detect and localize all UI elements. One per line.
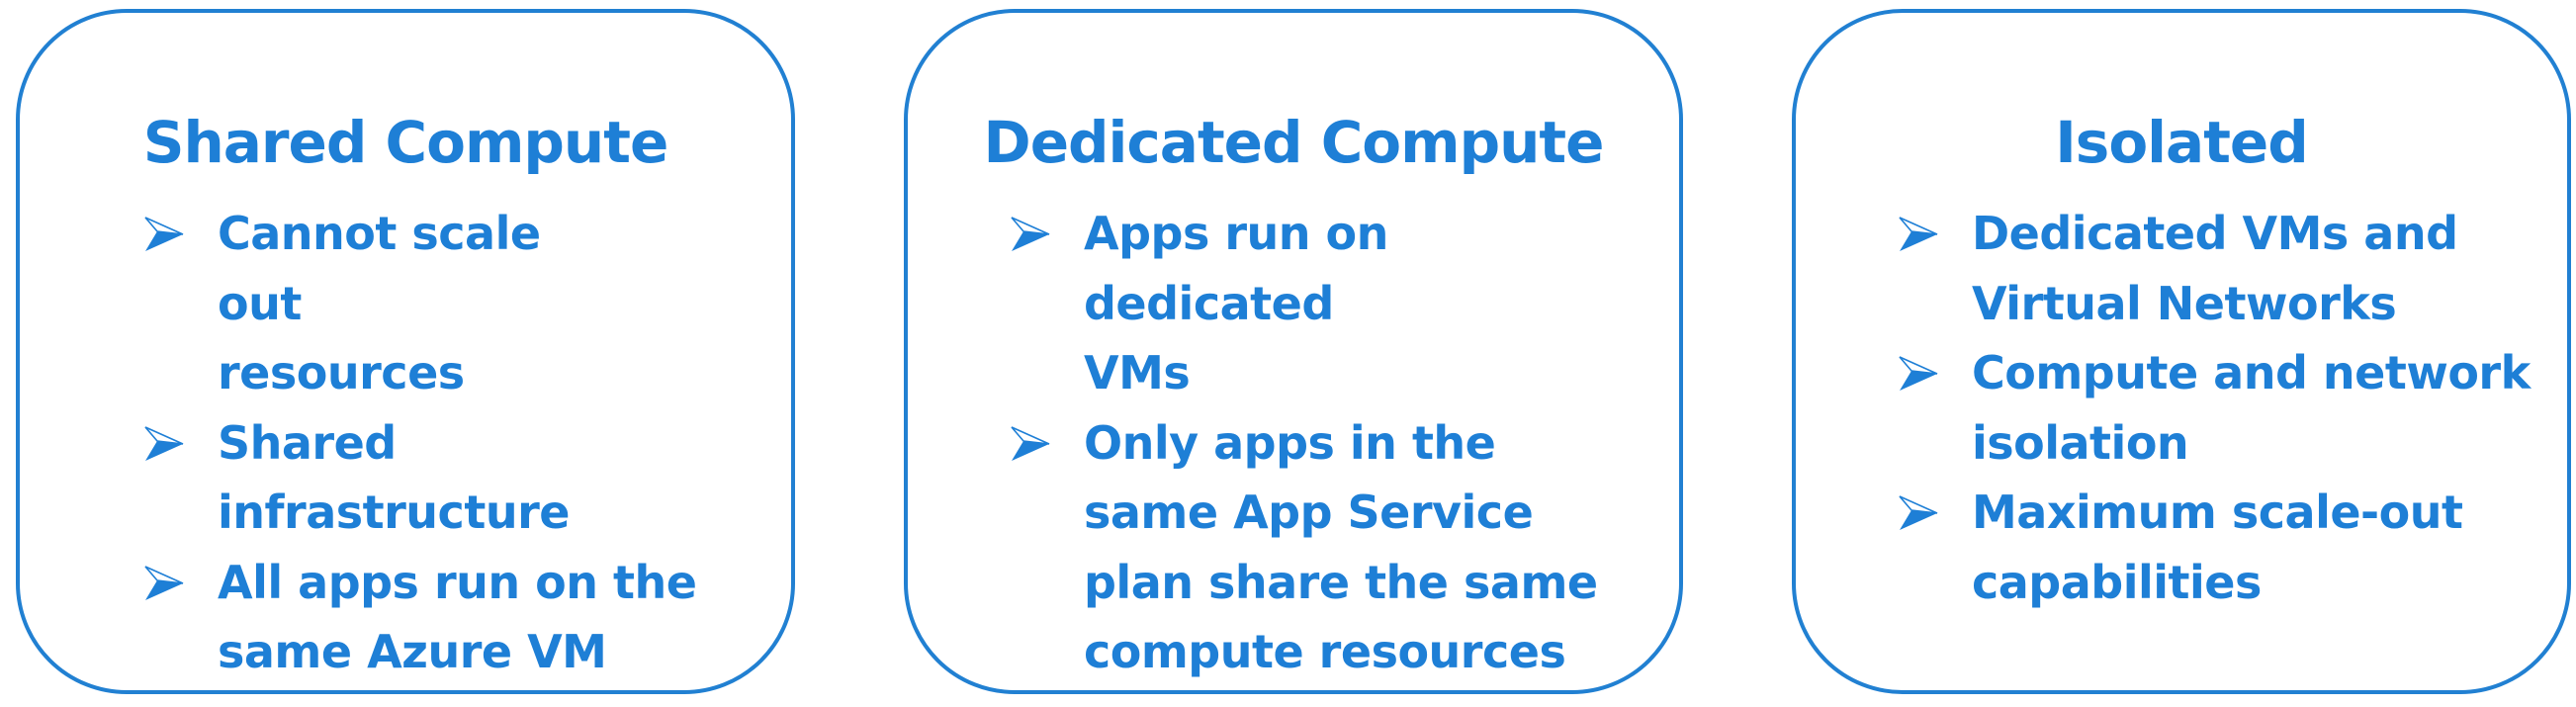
card-title: Shared Compute [142,109,669,176]
bullet-item: Only apps in the same App Service plan s… [1011,408,1598,687]
card-shared-compute: Shared Compute Cannot scale out resource… [16,9,795,694]
bullet-text: Dedicated VMs and Virtual Networks [1972,207,2458,330]
bullet-item: Cannot scale out resources [144,199,544,408]
bullet-text: Compute and network isolation [1972,346,2531,470]
arrowhead-bullet-icon [1899,495,1938,530]
arrowhead-bullet-icon [1899,217,1938,251]
bullet-text: Apps run on dedicated VMs [1084,207,1388,399]
bullet-list: Apps run on dedicated VMs Only apps in t… [1011,199,1659,687]
bullet-item: Shared infrastructure [144,408,570,548]
arrowhead-bullet-icon [144,425,184,461]
arrowhead-bullet-icon [144,217,184,251]
bullet-item: Maximum scale-out capabilities [1899,478,2486,617]
bullet-text: Only apps in the same App Service plan s… [1084,415,1598,679]
card-isolated: Isolated Dedicated VMs and Virtual Netwo… [1792,9,2571,694]
card-title: Dedicated Compute [983,109,1605,176]
arrowhead-bullet-icon [1011,217,1050,251]
arrowhead-bullet-icon [1011,425,1050,461]
bullet-text: Cannot scale out resources [218,207,541,399]
bullet-text: All apps run on the same Azure VM [218,555,697,679]
bullet-text: Maximum scale-out capabilities [1972,486,2463,609]
card-title: Isolated [2055,109,2309,176]
bullet-item: Compute and network isolation [1899,338,2565,478]
arrowhead-bullet-icon [144,565,184,600]
bullet-item: Dedicated VMs and Virtual Networks [1899,199,2486,338]
arrowhead-bullet-icon [1899,356,1938,391]
bullet-list: Dedicated VMs and Virtual Networks Compu… [1899,199,2547,617]
bullet-list: Cannot scale out resources Shared infras… [144,199,771,687]
bullet-item: All apps run on the same Azure VM [144,548,732,687]
bullet-text: Shared infrastructure [218,415,570,540]
bullet-item: Apps run on dedicated VMs [1011,199,1430,408]
card-dedicated-compute: Dedicated Compute Apps run on dedicated … [904,9,1683,694]
